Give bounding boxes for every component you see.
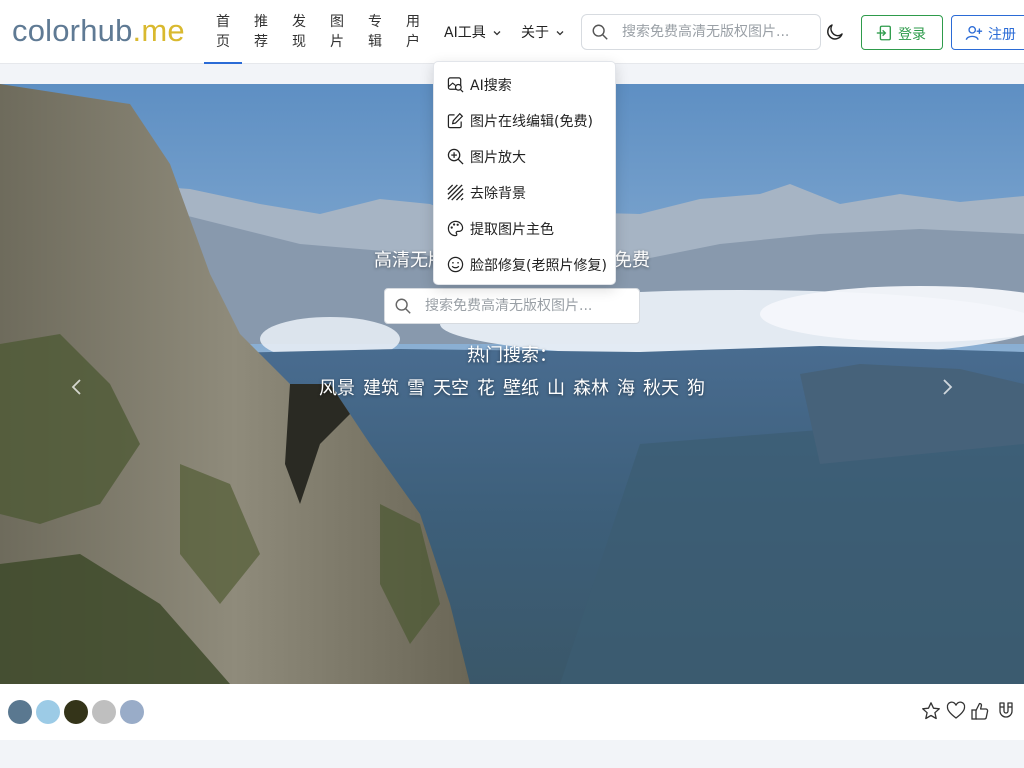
menu-item-label: 脸部修复(老照片修复) — [470, 258, 607, 274]
nav-images-label-bottom: 片 — [330, 34, 344, 50]
hot-tag[interactable]: 建筑 — [363, 378, 399, 399]
color-swatch[interactable] — [64, 700, 88, 724]
register-button[interactable]: 注册 — [951, 15, 1024, 50]
zoom-in-icon — [447, 148, 464, 165]
nav-ai-tools[interactable]: AI工具 — [444, 22, 502, 42]
carousel-next-icon[interactable] — [940, 377, 954, 397]
site-logo[interactable]: colorhub.me — [12, 13, 185, 49]
star-icon[interactable] — [921, 701, 941, 721]
logo-text-domain: .me — [132, 13, 185, 48]
menu-item-ai-search[interactable]: AI搜索 — [434, 67, 617, 101]
hot-tag[interactable]: 海 — [617, 378, 635, 399]
nav-about-label: 关于 — [521, 25, 549, 41]
hot-tag[interactable]: 狗 — [687, 378, 705, 399]
hot-tag[interactable]: 山 — [547, 378, 565, 399]
nav-about[interactable]: 关于 — [521, 22, 565, 42]
color-swatch[interactable] — [36, 700, 60, 724]
hot-tag[interactable]: 风景 — [319, 378, 355, 399]
image-search-icon — [447, 77, 464, 93]
nav-recommend[interactable]: 推 荐 — [242, 12, 280, 52]
nav-discover-label-bottom: 现 — [292, 34, 306, 50]
nav-recommend-label-bottom: 荐 — [254, 34, 268, 50]
hot-search-title: 热门搜索： — [467, 345, 557, 366]
nav-users-label-top: 用 — [406, 14, 420, 30]
register-button-label: 注册 — [988, 27, 1016, 43]
menu-item-face-restore[interactable]: 脸部修复(老照片修复) — [434, 247, 617, 281]
nav-home[interactable]: 首 页 — [204, 12, 242, 64]
header-search-input[interactable] — [622, 21, 812, 43]
edit-icon — [447, 112, 464, 129]
login-button[interactable]: 登录 — [861, 15, 943, 50]
nav-recommend-label-top: 推 — [254, 14, 268, 30]
logo-text-main: colorhub — [12, 13, 133, 48]
menu-item-label: AI搜索 — [470, 78, 512, 94]
menu-item-label: 提取图片主色 — [470, 222, 554, 238]
hot-tag[interactable]: 花 — [477, 378, 495, 399]
nav-albums[interactable]: 专 辑 — [356, 12, 394, 52]
menu-item-extract-colors[interactable]: 提取图片主色 — [434, 211, 617, 245]
menu-item-upscale[interactable]: 图片放大 — [434, 139, 617, 173]
hot-search-tags: 风景 建筑雪天空花壁纸山森林海秋天狗 — [0, 374, 1024, 400]
header-search-box — [581, 14, 821, 50]
nav-images-label-top: 图 — [330, 14, 344, 30]
remove-background-icon — [447, 184, 464, 201]
hot-tag[interactable]: 森林 — [573, 378, 609, 399]
heart-icon[interactable] — [946, 701, 966, 721]
nav-images[interactable]: 图 片 — [318, 12, 356, 52]
menu-item-label: 图片放大 — [470, 150, 526, 166]
carousel-prev-icon[interactable] — [70, 377, 84, 397]
menu-item-label: 图片在线编辑(免费) — [470, 114, 593, 130]
nav-home-label-top: 首 — [216, 14, 230, 30]
hot-tag[interactable]: 秋天 — [643, 378, 679, 399]
login-icon — [876, 25, 891, 41]
nav-albums-label-top: 专 — [368, 14, 382, 30]
nav-discover-label-top: 发 — [292, 14, 306, 30]
ai-tools-dropdown-menu: AI搜索 图片在线编辑(免费) 图片放大 去除背景 提取图片主色 脸部修复(老照… — [433, 61, 616, 285]
menu-item-label: 去除背景 — [470, 186, 526, 202]
menu-item-remove-background[interactable]: 去除背景 — [434, 175, 617, 209]
color-swatch[interactable] — [92, 700, 116, 724]
chevron-down-icon — [556, 31, 564, 36]
thumbs-up-icon[interactable] — [970, 701, 990, 721]
login-button-label: 登录 — [898, 27, 926, 43]
dark-mode-toggle-icon[interactable] — [825, 22, 845, 42]
nav-discover[interactable]: 发 现 — [280, 12, 318, 52]
add-user-icon — [965, 26, 983, 40]
nav-albums-label-bottom: 辑 — [368, 34, 382, 50]
palette-icon — [447, 220, 464, 237]
chevron-down-icon — [493, 31, 501, 36]
nav-ai-tools-label: AI工具 — [444, 25, 486, 41]
hot-tag[interactable]: 壁纸 — [503, 378, 539, 399]
hero-search-input[interactable] — [425, 295, 630, 317]
nav-home-label-bottom: 页 — [216, 34, 230, 50]
hot-tag[interactable]: 天空 — [433, 378, 469, 399]
color-swatch[interactable] — [8, 700, 32, 724]
menu-item-online-editor[interactable]: 图片在线编辑(免费) — [434, 103, 617, 137]
search-icon[interactable] — [394, 297, 412, 315]
top-navbar: colorhub.me 首 页 推 荐 发 现 图 片 专 辑 用 户 AI工具… — [0, 0, 1024, 64]
search-icon[interactable] — [591, 23, 609, 41]
nav-users[interactable]: 用 户 — [394, 12, 432, 52]
hot-tag[interactable]: 雪 — [407, 378, 425, 399]
magnet-icon[interactable] — [996, 701, 1016, 721]
nav-users-label-bottom: 户 — [406, 34, 420, 50]
color-swatch[interactable] — [120, 700, 144, 724]
hero-search-box — [384, 288, 640, 324]
face-icon — [447, 256, 464, 273]
image-info-bar — [0, 684, 1024, 740]
